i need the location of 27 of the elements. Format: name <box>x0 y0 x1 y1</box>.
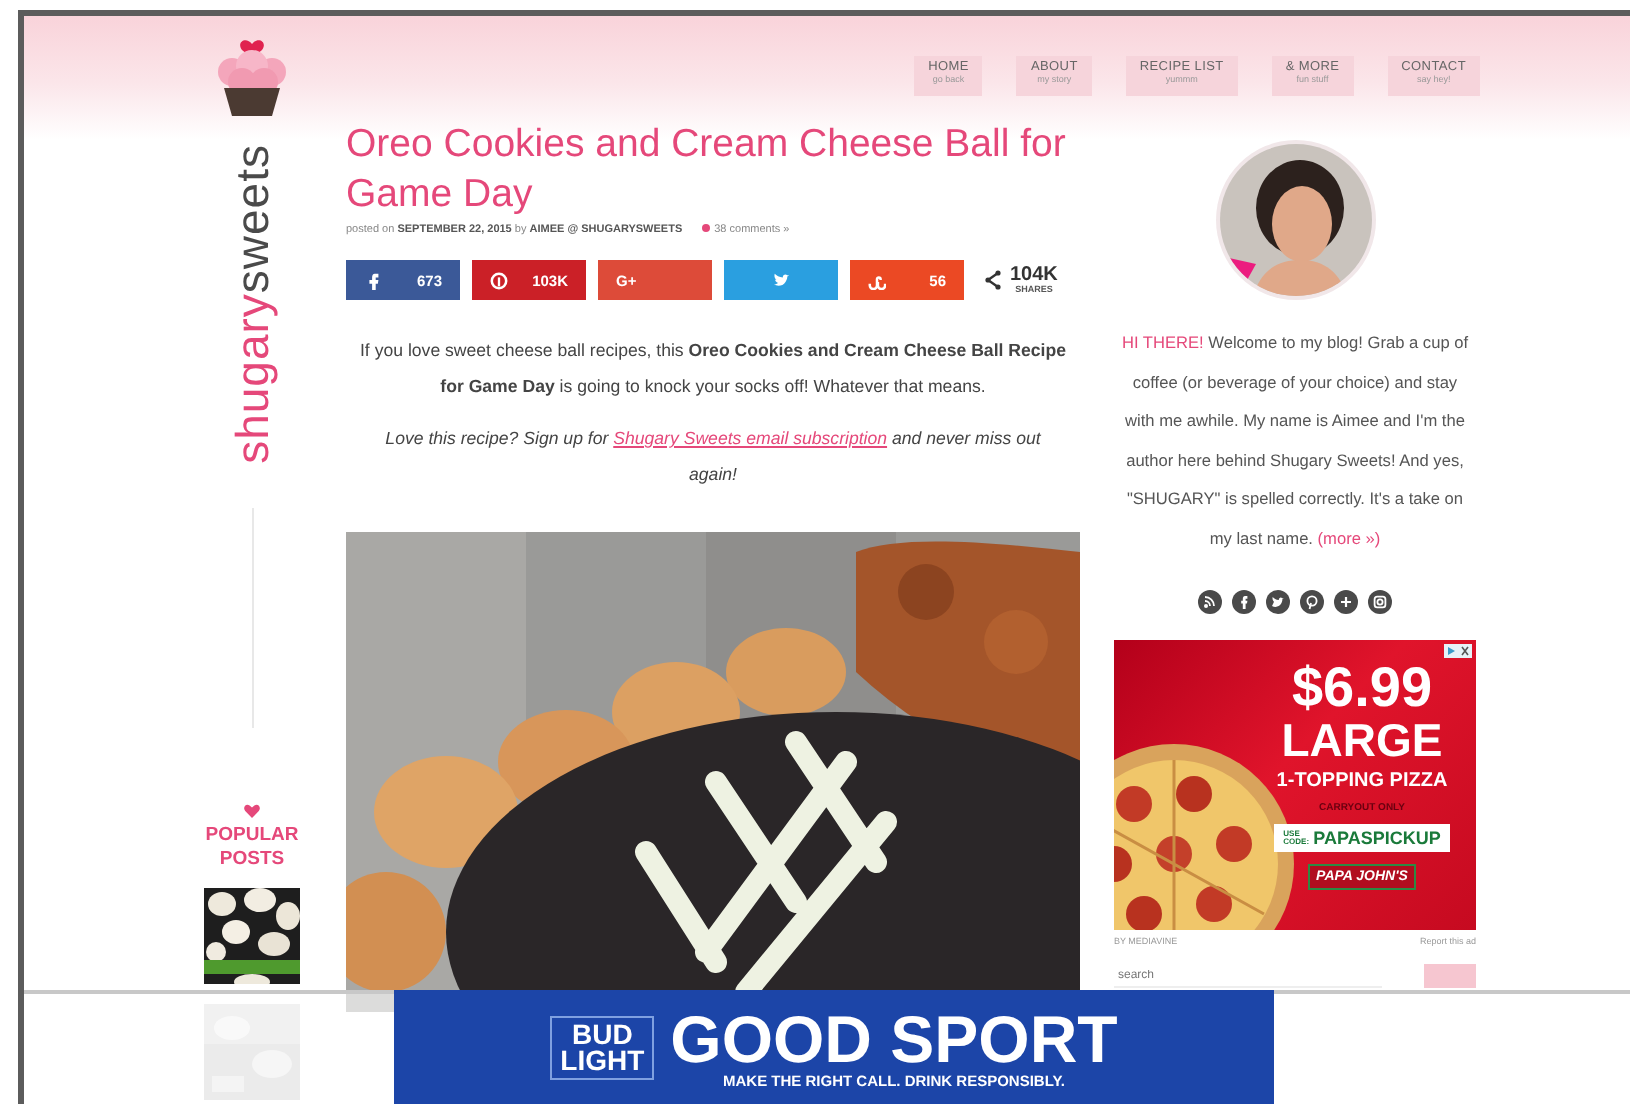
pinterest-icon <box>490 271 508 289</box>
ad-headline: LARGE <box>1281 716 1443 764</box>
ad-price: $6.99 <box>1291 660 1433 716</box>
twitter-icon[interactable] <box>1266 590 1290 614</box>
ad-choices-icon[interactable] <box>1444 644 1472 658</box>
rss-icon[interactable] <box>1198 590 1222 614</box>
ad-subheadline: 1-TOPPING PIZZA <box>1276 768 1448 794</box>
facebook-icon[interactable] <box>1232 590 1256 614</box>
heart-icon <box>244 803 260 818</box>
instagram-icon[interactable] <box>1368 590 1392 614</box>
signup-paragraph: Love this recipe? Sign up for Shugary Sweets email subscription and never miss out again! <box>383 426 1043 488</box>
site-logo-text[interactable]: shugarysweets <box>229 144 275 464</box>
more-link[interactable]: (more ») <box>1317 527 1381 547</box>
post-title: Oreo Cookies and Cream Cheese Ball for Game Day <box>346 120 1068 220</box>
beer-logo: BUD LIGHT <box>550 1015 655 1079</box>
google-plus-icon[interactable] <box>1334 590 1358 614</box>
share-icon <box>984 270 1002 290</box>
stumbleupon-icon <box>868 271 886 289</box>
share-count: 104K <box>1010 265 1058 286</box>
intro-paragraph: If you love sweet cheese ball recipes, this Oreo Cookies and Cream Cheese Ball Recipe for Game Day is going to knock your socks off! Whatever that means. <box>357 338 1068 400</box>
twitter-icon <box>772 271 790 289</box>
bio-text: HI THERE! Welcome to my blog! Grab a cup of coffee (or beverage of your choice) and stay with me awhile. My name is Aimee and I'm the author here behind Shugary Sweets! And yes, "SHUGARY" is spelled correctly. It's a take on my last name. (more ») <box>1119 330 1471 552</box>
pinterest-icon[interactable] <box>1300 590 1324 614</box>
ad-headline: GOOD SPORT <box>670 1005 1118 1071</box>
section-heading: POPULAR POSTS <box>203 823 301 872</box>
facebook-icon <box>364 271 382 289</box>
subscription-link[interactable]: Shugary Sweets email subscription <box>613 428 888 448</box>
